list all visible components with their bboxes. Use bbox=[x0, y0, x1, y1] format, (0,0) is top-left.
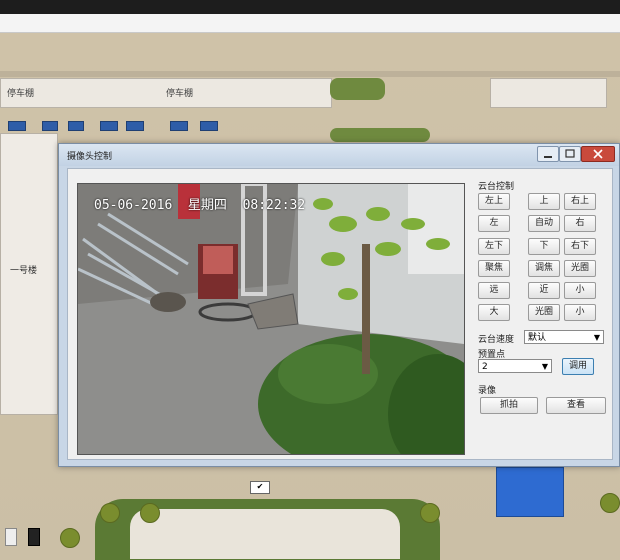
parking-label: 停车棚 bbox=[166, 89, 194, 99]
window-title: 摄像头控制 bbox=[67, 152, 113, 162]
car bbox=[126, 121, 144, 131]
top-bar bbox=[0, 0, 620, 14]
minimize-button[interactable] bbox=[537, 146, 559, 162]
ptz-right-button[interactable]: 右 bbox=[564, 215, 596, 232]
speed-select-value: 默认 bbox=[528, 333, 547, 343]
tree bbox=[420, 503, 440, 523]
car bbox=[68, 121, 84, 131]
ptz-auto-button[interactable]: 自动 bbox=[528, 215, 560, 232]
car bbox=[170, 121, 188, 131]
minimize-icon bbox=[544, 156, 552, 158]
tree bbox=[600, 493, 620, 513]
ptz-left-button[interactable]: 左 bbox=[478, 215, 510, 232]
ptz-far-button[interactable]: 远 bbox=[478, 282, 510, 299]
ptz-down-button[interactable]: 下 bbox=[528, 238, 560, 255]
ptz-large-button[interactable]: 大 bbox=[478, 304, 510, 321]
camera-video-feed[interactable]: 05-06-2016 星期四 08:22:32 bbox=[77, 183, 465, 455]
map-marker[interactable]: ✔ bbox=[250, 481, 270, 494]
chevron-down-icon: ▼ bbox=[541, 362, 548, 371]
ptz-up-right-button[interactable]: 右上 bbox=[564, 193, 596, 210]
car bbox=[100, 121, 118, 131]
garden-inner bbox=[130, 509, 400, 559]
ptz-small-button-2[interactable]: 小 bbox=[564, 304, 596, 321]
ptz-up-left-button[interactable]: 左上 bbox=[478, 193, 510, 210]
car bbox=[28, 528, 40, 546]
car bbox=[5, 528, 17, 546]
goto-preset-button[interactable]: 调用 bbox=[562, 358, 594, 375]
tree bbox=[60, 528, 80, 548]
ptz-zoom-button[interactable]: 调焦 bbox=[528, 260, 560, 277]
green-patch bbox=[330, 78, 385, 100]
title-bar[interactable]: 摄像头控制 bbox=[59, 144, 619, 166]
preset-select-value: 2 bbox=[482, 362, 488, 372]
ptz-down-right-button[interactable]: 右下 bbox=[564, 238, 596, 255]
maximize-button[interactable] bbox=[559, 146, 581, 162]
ptz-iris-button[interactable]: 光圈 bbox=[564, 260, 596, 277]
ptz-iris-button-2[interactable]: 光圈 bbox=[528, 304, 560, 321]
close-button[interactable] bbox=[581, 146, 615, 162]
view-button[interactable]: 查看 bbox=[546, 397, 606, 414]
close-icon bbox=[593, 149, 603, 159]
ptz-small-button[interactable]: 小 bbox=[564, 282, 596, 299]
tree bbox=[100, 503, 120, 523]
camera-control-window: 摄像头控制 05-06-2016 星期四 08:22:32 云台控制 左上 上 … bbox=[58, 143, 620, 467]
record-label: 录像 bbox=[478, 386, 497, 396]
speed-label: 云台速度 bbox=[478, 335, 515, 345]
top-strip bbox=[0, 14, 620, 33]
ptz-section-label: 云台控制 bbox=[478, 182, 515, 192]
speed-select[interactable]: 默认 ▼ bbox=[524, 330, 604, 344]
ptz-up-button[interactable]: 上 bbox=[528, 193, 560, 210]
ptz-near-button[interactable]: 近 bbox=[528, 282, 560, 299]
tree bbox=[140, 503, 160, 523]
car bbox=[8, 121, 26, 131]
window-client: 05-06-2016 星期四 08:22:32 云台控制 左上 上 右上 左 自… bbox=[67, 168, 613, 460]
chevron-down-icon: ▼ bbox=[593, 333, 600, 342]
parking-label: 停车棚 bbox=[7, 89, 35, 99]
roof bbox=[490, 78, 607, 108]
maximize-icon bbox=[565, 149, 575, 158]
building-label: 一号楼 bbox=[10, 266, 38, 276]
video-scene bbox=[78, 184, 464, 454]
video-timestamp: 05-06-2016 星期四 08:22:32 bbox=[94, 198, 306, 213]
ptz-focus-button[interactable]: 聚焦 bbox=[478, 260, 510, 277]
green-patch bbox=[330, 128, 430, 142]
preset-select[interactable]: 2 ▼ bbox=[478, 359, 552, 373]
road bbox=[0, 71, 620, 77]
snapshot-button[interactable]: 抓拍 bbox=[480, 397, 538, 414]
car bbox=[42, 121, 58, 131]
parking-shed: 停车棚 停车棚 bbox=[0, 78, 332, 108]
blue-roof bbox=[496, 467, 564, 517]
ptz-down-left-button[interactable]: 左下 bbox=[478, 238, 510, 255]
car bbox=[200, 121, 218, 131]
